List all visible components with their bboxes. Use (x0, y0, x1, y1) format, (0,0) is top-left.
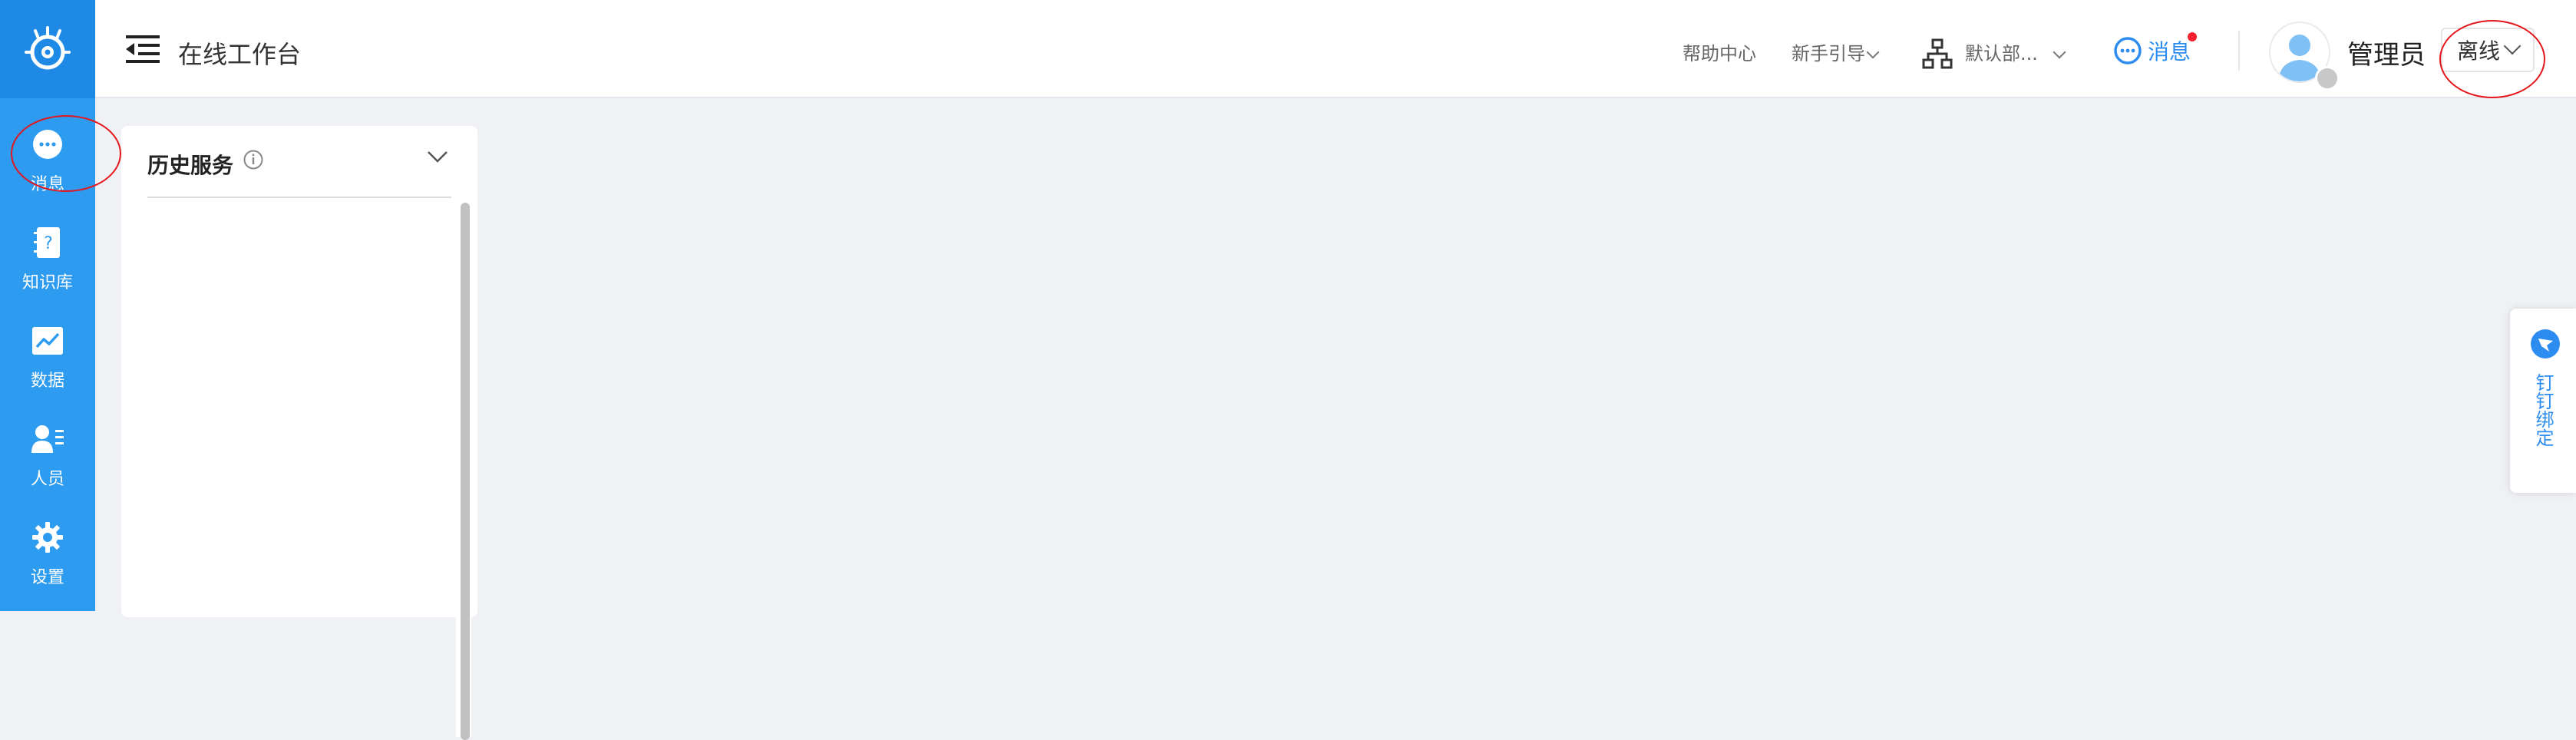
sidebar-item-knowledge[interactable]: ? 知识库 (0, 213, 95, 306)
department-label: 默认部... (1965, 43, 2038, 64)
guide-label: 新手引导 (1792, 43, 1865, 64)
gear-icon (29, 519, 66, 556)
svg-text:?: ? (44, 234, 53, 253)
page-title: 在线工作台 (178, 40, 302, 69)
sidebar-item-settings[interactable]: 设置 (0, 508, 95, 600)
username: 管理员 (2347, 40, 2426, 71)
sidebar-item-label: 人员 (30, 470, 64, 489)
annotation-circle-status (2439, 20, 2545, 98)
app-logo[interactable] (0, 0, 95, 98)
logo-icon (25, 26, 71, 70)
person-list-icon (29, 421, 66, 458)
dingtalk-icon (2530, 329, 2561, 359)
history-service-panel: 历史服务 (121, 126, 477, 740)
sidebar-item-label: 设置 (30, 568, 64, 587)
messages-link[interactable]: 消息 (2148, 35, 2191, 66)
chevron-down-icon (2053, 45, 2066, 59)
sidebar-item-data[interactable]: 数据 (0, 312, 95, 404)
top-header: 在线工作台 帮助中心 新手引导 默认部... 消息 管理员 离线 (95, 0, 2576, 98)
dingtalk-bind-tab[interactable]: 钉钉绑定 (2510, 309, 2576, 493)
org-chart-icon (1922, 38, 1953, 69)
chevron-down-icon (1866, 45, 1880, 59)
scrollbar-thumb[interactable] (461, 203, 470, 740)
collapse-chevron-icon[interactable] (424, 143, 451, 170)
sidebar-item-label: 知识库 (21, 273, 73, 292)
guide-dropdown[interactable]: 新手引导 (1792, 38, 1880, 65)
annotation-circle-messages (11, 115, 121, 192)
help-center-link[interactable]: 帮助中心 (1683, 38, 1756, 65)
sidebar: 消息 ? 知识库 数据 人员 设置 (0, 0, 95, 611)
dingtalk-bind-label: 钉钉绑定 (2532, 373, 2554, 447)
panel-divider (147, 197, 451, 198)
sidebar-item-staff[interactable]: 人员 (0, 410, 95, 502)
info-icon[interactable] (243, 149, 264, 170)
book-question-icon: ? (29, 224, 66, 261)
panel-title: 历史服务 (147, 153, 234, 178)
header-divider (2238, 31, 2240, 71)
sidebar-item-label: 数据 (30, 372, 64, 391)
department-dropdown[interactable]: 默认部... (1965, 38, 2066, 65)
unread-badge (2188, 32, 2197, 41)
chart-icon (29, 322, 66, 359)
message-icon[interactable] (2112, 35, 2143, 66)
menu-toggle-icon[interactable] (126, 34, 160, 64)
presence-status-dot (2315, 66, 2340, 91)
